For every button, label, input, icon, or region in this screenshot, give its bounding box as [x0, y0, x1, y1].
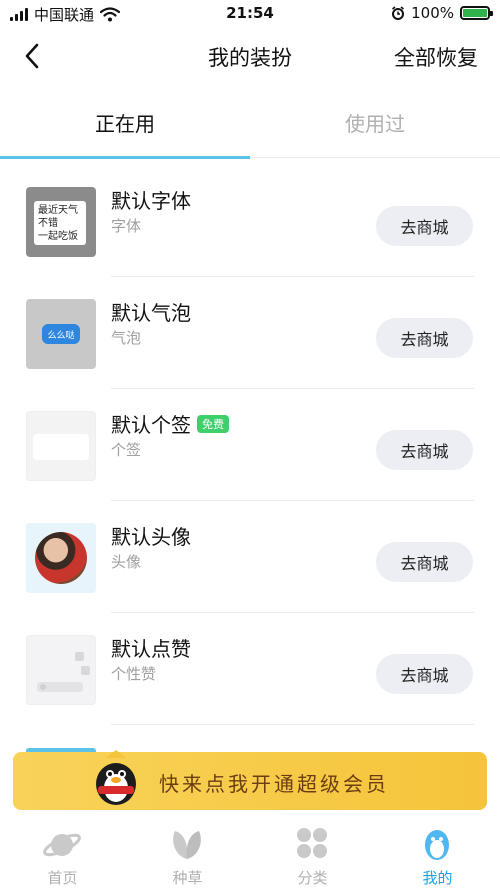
item-title: 默认气泡 [111, 297, 191, 326]
tab-used[interactable]: 使用过 [250, 86, 500, 158]
bubble-thumbnail: 么么哒 [26, 299, 96, 369]
grid-icon [297, 828, 327, 858]
nav-item-grass[interactable]: 种草 [125, 817, 250, 889]
battery-icon [460, 6, 493, 20]
list-item-signature[interactable]: 默认个签 免费 个签 去商城 [0, 389, 500, 501]
tab-underline [0, 156, 250, 159]
item-title: 默认字体 [111, 185, 191, 214]
go-shop-button[interactable]: 去商城 [376, 318, 473, 358]
nav-label: 分类 [297, 869, 328, 887]
nav-label: 首页 [47, 869, 78, 887]
signature-sample [33, 434, 89, 460]
font-thumbnail: 最近天气 不错 一起吃饭 [26, 187, 96, 257]
list-item-font[interactable]: 最近天气 不错 一起吃饭 默认字体 字体 去商城 [0, 165, 500, 277]
status-bar: 中国联通 21:54 100% [0, 0, 500, 28]
item-title-text: 默认字体 [111, 189, 191, 213]
planet-icon [43, 833, 81, 857]
bubble-sample: 么么哒 [42, 324, 80, 344]
list-item-bubble[interactable]: 么么哒 默认气泡 气泡 去商城 [0, 277, 500, 389]
item-subtitle: 个签 [111, 441, 142, 459]
nav-item-home[interactable]: 首页 [0, 817, 125, 889]
avatar [35, 532, 87, 584]
tab-used-label: 使用过 [345, 111, 405, 136]
divider [111, 724, 474, 725]
item-title-text: 默认气泡 [111, 301, 191, 325]
item-subtitle: 气泡 [111, 329, 142, 347]
item-title: 默认头像 [111, 521, 191, 550]
list-item-avatar[interactable]: 默认头像 头像 去商城 [0, 501, 500, 613]
banner-text: 快来点我开通超级会员 [159, 772, 389, 796]
penguin-mascot-icon [96, 750, 136, 805]
alarm-icon [392, 6, 405, 20]
item-title-text: 默认点赞 [111, 637, 191, 661]
item-title: 默认点赞 [111, 633, 191, 662]
go-shop-button[interactable]: 去商城 [376, 206, 473, 246]
leaf-icon [173, 831, 201, 859]
avatar-thumbnail [26, 523, 96, 593]
item-title-text: 默认个签 [111, 413, 191, 437]
signature-thumbnail [26, 411, 96, 481]
status-right: 100% [391, 4, 493, 22]
nav-label: 我的 [422, 869, 453, 887]
nav-bar: 我的装扮 全部恢复 [0, 30, 500, 84]
tab-bar: 正在用 使用过 [0, 86, 500, 159]
battery-percent: 100% [411, 4, 454, 22]
nav-label: 种草 [172, 869, 203, 887]
free-badge: 免费 [197, 414, 229, 433]
item-subtitle: 头像 [111, 553, 142, 571]
font-sample-text: 最近天气 不错 一起吃饭 [38, 205, 78, 242]
item-title: 默认个签 免费 [111, 409, 229, 438]
tab-in-use[interactable]: 正在用 [0, 86, 250, 159]
go-shop-button[interactable]: 去商城 [376, 542, 473, 582]
item-subtitle: 字体 [111, 217, 142, 235]
nav-item-mine[interactable]: 我的 [375, 817, 500, 889]
go-shop-button[interactable]: 去商城 [376, 654, 473, 694]
font-sample-card: 最近天气 不错 一起吃饭 [34, 201, 86, 245]
go-shop-button[interactable]: 去商城 [376, 430, 473, 470]
tab-in-use-label: 正在用 [95, 111, 155, 136]
bottom-nav: 首页 种草 分类 我的 [0, 817, 500, 889]
svip-banner[interactable]: 快来点我开通超级会员 [13, 750, 487, 810]
nav-item-category[interactable]: 分类 [250, 817, 375, 889]
item-subtitle: 个性赞 [111, 665, 157, 683]
like-thumbnail [26, 635, 96, 705]
item-title-text: 默认头像 [111, 525, 191, 549]
list-item-like[interactable]: 默认点赞 个性赞 去商城 [0, 613, 500, 725]
penguin-icon [425, 830, 449, 860]
restore-all-button[interactable]: 全部恢复 [394, 42, 478, 72]
